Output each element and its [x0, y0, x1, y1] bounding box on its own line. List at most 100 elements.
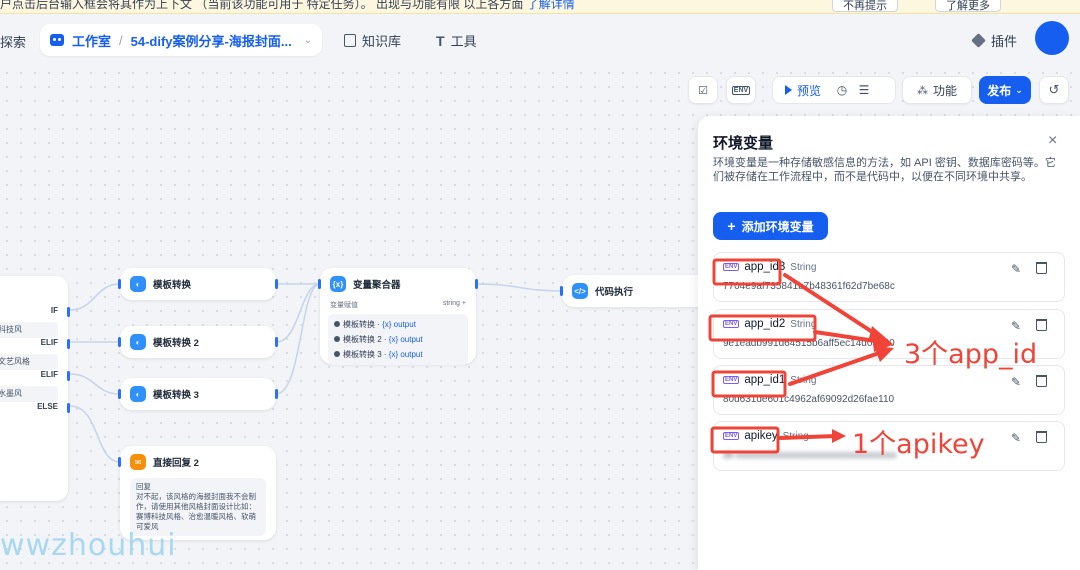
code-icon: </>: [572, 283, 588, 299]
notice-bar: 户点击后台输入框会将其作为上下文 （当前该功能可用于 特定任务）。 出现与功能有…: [0, 0, 1080, 14]
trash-icon[interactable]: [1036, 431, 1047, 443]
history-run-icon[interactable]: ◷: [831, 83, 853, 97]
avatar[interactable]: [1035, 21, 1069, 55]
play-icon: [785, 85, 792, 95]
workflow-canvas[interactable]: ☑ ENV 预览 ◷ ☰ ⁂ 功能 发布 ⌄ ↺ IF 科技风 ELIF 文艺风…: [0, 66, 1080, 570]
cube-icon: [971, 33, 986, 48]
publish-label: 发布: [987, 83, 1012, 98]
nav-explore[interactable]: 探索: [0, 32, 26, 51]
output-port[interactable]: [275, 279, 278, 289]
env-var-card[interactable]: ENV app_id1 String 80d631de601c4962af69092…: [713, 365, 1065, 415]
output-port[interactable]: [475, 279, 478, 289]
nav-studio[interactable]: 工作室: [72, 31, 111, 50]
env-var-value: 7704e9af735841b7b48361f62d7be68c: [723, 281, 895, 292]
output-port[interactable]: [67, 371, 70, 381]
wire-elif2-to-template3: [69, 373, 121, 395]
panel-title: 环境变量: [713, 135, 774, 152]
aggregator-sub-type: string +: [442, 300, 466, 307]
env-var-name: apikey: [744, 430, 778, 442]
edit-icon[interactable]: ✎: [1011, 431, 1021, 445]
edit-icon[interactable]: ✎: [1011, 319, 1021, 333]
env-var-type: String: [790, 261, 817, 273]
plus-icon: +: [727, 218, 736, 234]
direct-reply-node[interactable]: ✉ 直接回复 2 回复 对不起，该风格的海报封面我不会制作，请使用其他风格封面设计…: [118, 446, 276, 540]
reply-label: 回复: [136, 482, 151, 491]
output-port[interactable]: [67, 307, 70, 317]
variable-aggregator-node[interactable]: {x} 变量聚合器 变量赋值 string + 模板转换 · {x} output …: [318, 268, 478, 365]
hammer-icon: T: [436, 32, 445, 49]
branch-label: IF: [50, 306, 58, 315]
env-icon: ENV: [723, 376, 740, 384]
app-name[interactable]: 54-dify案例分享-海报封面...: [131, 31, 298, 50]
chevron-down-icon[interactable]: ⌄: [304, 35, 312, 46]
trash-icon[interactable]: [1036, 262, 1047, 274]
top-nav: 探索 工作室 / 54-dify案例分享-海报封面... ⌄ 知识库 T 工具 …: [0, 14, 1080, 66]
edit-icon[interactable]: ✎: [1011, 262, 1021, 276]
nav-knowledge[interactable]: 知识库: [344, 31, 401, 50]
output-port[interactable]: [67, 339, 70, 349]
history-icon: ↺: [1048, 82, 1060, 97]
template-node-2[interactable]: ◐ 模板转换 2: [118, 326, 278, 358]
features-label: 功能: [932, 83, 957, 98]
env-var-card[interactable]: ENV app_id3 String 7704e9af735841b7b48361f…: [713, 252, 1065, 302]
branch-label: ELIF: [40, 370, 58, 379]
notice-dismiss-button[interactable]: 不再提示: [832, 0, 898, 12]
input-port[interactable]: [118, 457, 121, 467]
input-port[interactable]: [118, 389, 121, 399]
list-icon[interactable]: ☰: [853, 83, 875, 97]
reply-icon: ✉: [130, 454, 146, 470]
branch-condition: 文艺风格: [0, 354, 58, 370]
edit-icon[interactable]: ✎: [1011, 375, 1021, 389]
node-title: 模板转换 2: [153, 338, 199, 349]
studio-breadcrumb[interactable]: 工作室 / 54-dify案例分享-海报封面... ⌄: [40, 24, 322, 56]
if-else-node[interactable]: IF 科技风 ELIF 文艺风格 ELIF 水墨风 ELSE: [0, 276, 70, 501]
version-history-button[interactable]: ↺: [1039, 76, 1069, 104]
env-icon: ENV: [723, 320, 740, 328]
branch-label: ELSE: [37, 402, 58, 411]
notice-link[interactable]: 了解详情: [527, 0, 575, 11]
input-port[interactable]: [318, 279, 321, 289]
breadcrumb-separator: /: [119, 32, 123, 48]
close-icon[interactable]: ×: [1048, 132, 1057, 150]
robot-icon: [50, 34, 64, 46]
node-dot-icon: [334, 321, 340, 327]
env-button[interactable]: ENV: [726, 76, 756, 104]
add-env-variable-label: 添加环境变量: [741, 219, 814, 234]
preview-label: 预览: [797, 83, 822, 98]
input-port[interactable]: [118, 337, 121, 347]
nav-plugins[interactable]: 插件: [971, 31, 1017, 50]
branch-condition: 科技风: [0, 322, 58, 338]
env-var-type: String: [790, 374, 817, 386]
publish-button[interactable]: 发布 ⌄: [979, 76, 1031, 104]
template-node-3[interactable]: ◐ 模板转换 3: [118, 378, 278, 410]
node-title: 变量聚合器: [353, 280, 401, 291]
template-icon: ◐: [130, 386, 146, 402]
env-var-name: app_id2: [744, 318, 786, 330]
add-env-variable-button[interactable]: + 添加环境变量: [713, 212, 828, 240]
input-port[interactable]: [560, 286, 563, 296]
output-port[interactable]: [275, 337, 278, 347]
trash-icon[interactable]: [1036, 375, 1047, 387]
nav-tools[interactable]: T 工具: [436, 31, 477, 50]
code-node[interactable]: </> 代码执行: [560, 275, 712, 307]
output-port[interactable]: [275, 389, 278, 399]
preview-button[interactable]: 预览: [773, 82, 831, 99]
notice-more-button[interactable]: 了解更多: [935, 0, 1001, 12]
node-title: 代码执行: [595, 287, 634, 298]
preview-group: 预览 ◷ ☰: [772, 76, 896, 104]
trash-icon[interactable]: [1036, 319, 1047, 331]
wire-template3-to-agg: [275, 283, 321, 395]
node-title: 直接回复 2: [153, 458, 199, 469]
output-port[interactable]: [67, 403, 70, 413]
input-port[interactable]: [118, 279, 121, 289]
features-button[interactable]: ⁂ 功能: [902, 76, 972, 104]
template-icon: ◐: [130, 276, 146, 292]
env-icon: ENV: [723, 263, 740, 271]
nav-knowledge-label: 知识库: [362, 34, 402, 49]
chevron-down-icon: ⌄: [1015, 84, 1023, 95]
wire-else-to-reply: [69, 405, 121, 463]
wire-if-to-template1: [69, 283, 121, 311]
aggregator-row: 模板转换 3 · {x} output: [334, 347, 462, 362]
template-node-1[interactable]: ◐ 模板转换: [118, 268, 278, 300]
node-dot-icon: [334, 336, 340, 342]
